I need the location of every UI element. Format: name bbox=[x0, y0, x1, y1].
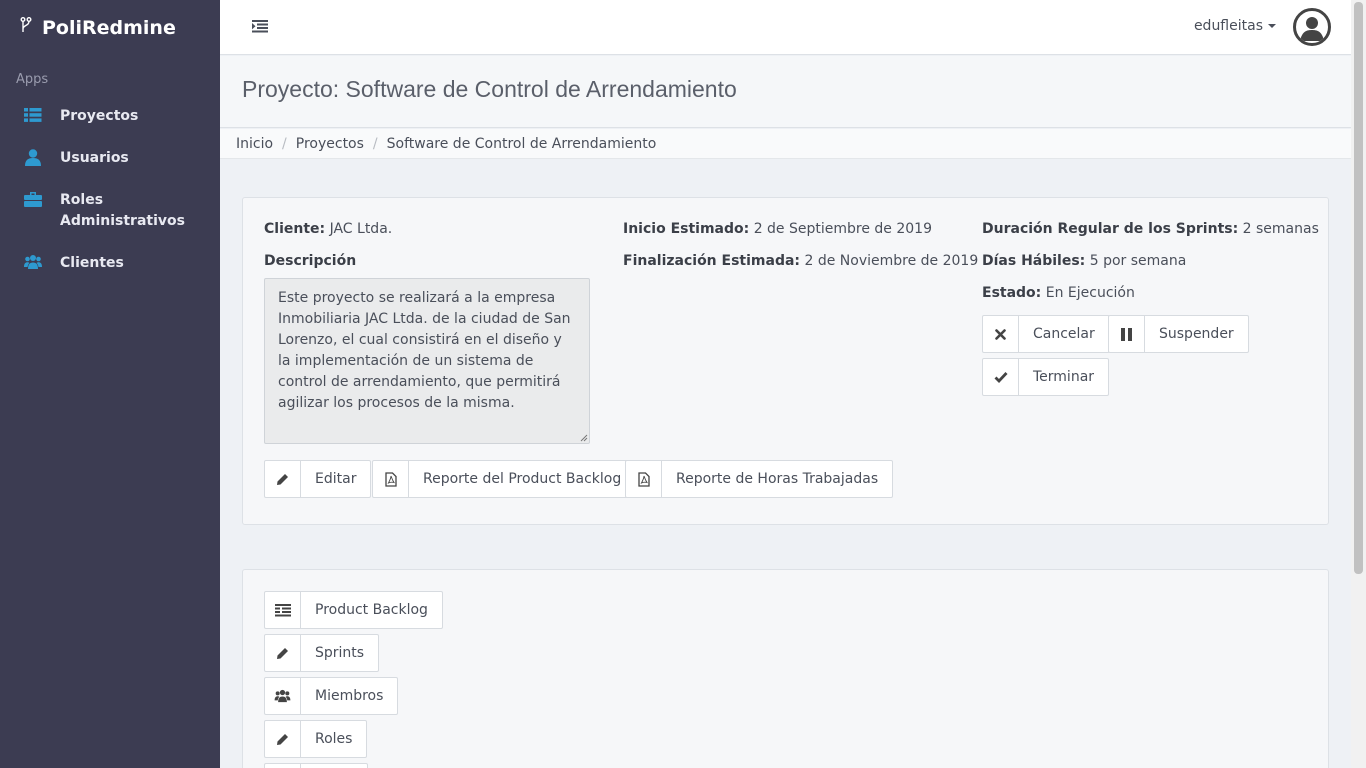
sidebar-item-usuarios[interactable]: Usuarios bbox=[0, 139, 220, 181]
page-title: Proyecto: Software de Control de Arrenda… bbox=[242, 76, 737, 102]
brand-name: PoliRedmine bbox=[42, 16, 176, 39]
terminar-button[interactable]: Terminar bbox=[982, 358, 1110, 396]
duracion-label: Duración Regular de los Sprints: bbox=[982, 221, 1239, 237]
reporte-backlog-button[interactable]: Reporte del Product Backlog bbox=[372, 460, 637, 498]
sidebar-item-clientes[interactable]: Clientes bbox=[0, 244, 220, 286]
pencil-icon bbox=[265, 461, 301, 497]
editar-button[interactable]: Editar bbox=[264, 460, 372, 498]
breadcrumb-current: Software de Control de Arrendamiento bbox=[386, 135, 657, 152]
miembros-label: Miembros bbox=[315, 688, 384, 704]
product-backlog-label: Product Backlog bbox=[315, 602, 428, 618]
scrollbar-thumb[interactable] bbox=[1354, 2, 1363, 574]
project-modules-card: Product Backlog Sprints Miembros Roles bbox=[242, 569, 1329, 768]
topbar: edufleitas bbox=[220, 0, 1351, 55]
miembros-button[interactable]: Miembros bbox=[264, 677, 399, 715]
roles-label: Roles bbox=[315, 731, 353, 747]
page-header: Proyecto: Software de Control de Arrenda… bbox=[220, 56, 1351, 128]
branch-icon bbox=[20, 17, 32, 38]
sidebar-section-label: Apps bbox=[16, 72, 49, 87]
cliente-field: Cliente: JAC Ltda. bbox=[264, 221, 392, 237]
sidebar-item-label: Proyectos bbox=[60, 108, 139, 124]
dias-value: 5 por semana bbox=[1089, 253, 1187, 269]
sidebar-item-label: Clientes bbox=[60, 255, 124, 271]
inicio-value: 2 de Septiembre de 2019 bbox=[753, 221, 932, 237]
menu-toggle-icon[interactable] bbox=[252, 18, 270, 34]
check-icon bbox=[983, 359, 1019, 395]
editar-label: Editar bbox=[315, 471, 357, 487]
descripcion-textarea[interactable]: Este proyecto se realizará a la empresa … bbox=[264, 278, 590, 444]
suspender-label: Suspender bbox=[1159, 326, 1234, 342]
briefcase-icon bbox=[24, 191, 42, 209]
file-pdf-icon bbox=[626, 461, 662, 497]
cliente-value: JAC Ltda. bbox=[329, 221, 393, 237]
user-icon bbox=[24, 149, 42, 167]
pencil-icon bbox=[265, 635, 301, 671]
username: edufleitas bbox=[1193, 18, 1263, 34]
descripcion-label: Descripción bbox=[264, 253, 357, 269]
user-avatar-icon bbox=[1300, 17, 1324, 41]
sidebar-item-label: Roles Administrativos bbox=[60, 192, 185, 229]
sprints-label: Sprints bbox=[315, 645, 365, 661]
reporte-horas-label: Reporte de Horas Trabajadas bbox=[676, 471, 879, 487]
reporte-horas-button[interactable]: Reporte de Horas Trabajadas bbox=[625, 460, 894, 498]
suspender-button[interactable]: Suspender bbox=[1108, 315, 1249, 353]
users-icon bbox=[24, 254, 42, 272]
sidebar-item-roles-administrativos[interactable]: Roles Administrativos bbox=[0, 181, 220, 244]
estado-value: En Ejecución bbox=[1045, 285, 1135, 301]
breadcrumb-separator: / bbox=[282, 135, 287, 152]
cancelar-label: Cancelar bbox=[1033, 326, 1095, 342]
pause-icon bbox=[1109, 316, 1145, 352]
project-details-card: Cliente: JAC Ltda. Descripción Este proy… bbox=[242, 197, 1329, 525]
resize-grip-icon bbox=[580, 434, 588, 442]
reporte-backlog-label: Reporte del Product Backlog bbox=[423, 471, 622, 487]
duracion-value: 2 semanas bbox=[1242, 221, 1319, 237]
fin-field: Finalización Estimada: 2 de Noviembre de… bbox=[623, 253, 978, 269]
estado-field: Estado: En Ejecución bbox=[982, 285, 1135, 301]
fin-value: 2 de Noviembre de 2019 bbox=[804, 253, 979, 269]
sidebar-item-label: Usuarios bbox=[60, 150, 129, 166]
product-backlog-button[interactable]: Product Backlog bbox=[264, 591, 443, 629]
avatar[interactable] bbox=[1293, 8, 1331, 46]
cancelar-button[interactable]: Cancelar bbox=[982, 315, 1110, 353]
list-icon bbox=[24, 107, 42, 125]
duracion-field: Duración Regular de los Sprints: 2 seman… bbox=[982, 221, 1319, 237]
page-scrollbar[interactable] bbox=[1351, 0, 1366, 768]
next-module-button[interactable] bbox=[264, 763, 368, 768]
roles-button[interactable]: Roles bbox=[264, 720, 368, 758]
cliente-label: Cliente: bbox=[264, 221, 326, 237]
breadcrumb-inicio[interactable]: Inicio bbox=[236, 136, 273, 152]
module-icon bbox=[265, 764, 301, 768]
dias-label: Días Hábiles: bbox=[982, 253, 1086, 269]
sprints-button[interactable]: Sprints bbox=[264, 634, 380, 672]
brand[interactable]: PoliRedmine bbox=[0, 0, 220, 55]
terminar-label: Terminar bbox=[1033, 369, 1095, 385]
dias-field: Días Hábiles: 5 por semana bbox=[982, 253, 1186, 269]
pencil-icon bbox=[265, 721, 301, 757]
inicio-field: Inicio Estimado: 2 de Septiembre de 2019 bbox=[623, 221, 932, 237]
users-icon bbox=[265, 678, 301, 714]
descripcion-text: Este proyecto se realizará a la empresa … bbox=[278, 290, 571, 411]
breadcrumb-proyectos[interactable]: Proyectos bbox=[296, 136, 364, 152]
backlog-icon bbox=[265, 592, 301, 628]
breadcrumb-separator: / bbox=[372, 135, 378, 152]
estado-label: Estado: bbox=[982, 285, 1042, 301]
file-pdf-icon bbox=[373, 461, 409, 497]
user-menu[interactable]: edufleitas bbox=[1194, 18, 1276, 34]
breadcrumb: Inicio / Proyectos / Software de Control… bbox=[220, 129, 1351, 159]
inicio-label: Inicio Estimado: bbox=[623, 221, 750, 237]
fin-label: Finalización Estimada: bbox=[623, 253, 801, 269]
times-icon bbox=[983, 316, 1019, 352]
caret-down-icon bbox=[1268, 24, 1276, 28]
sidebar-item-proyectos[interactable]: Proyectos bbox=[0, 97, 220, 139]
sidebar: PoliRedmine Apps Proyectos Usuarios Role… bbox=[0, 0, 220, 768]
